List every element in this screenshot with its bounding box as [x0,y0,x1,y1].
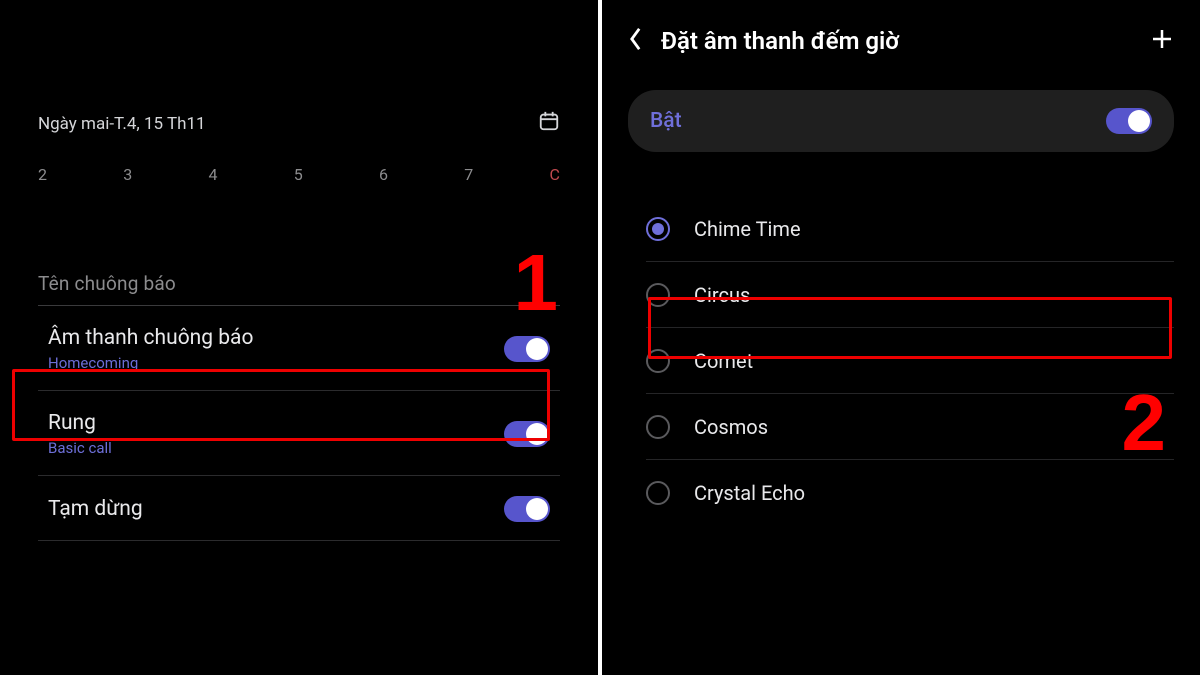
alarm-settings-screen: Ngày mai-T.4, 15 Th11 2 3 4 5 6 7 C Tên … [0,0,602,675]
sound-name: Chime Time [694,217,801,241]
day-5[interactable]: 5 [294,165,303,184]
day-6[interactable]: 6 [379,165,388,184]
plus-icon[interactable] [1150,27,1174,55]
date-row[interactable]: Ngày mai-T.4, 15 Th11 [38,110,560,137]
sound-item-chime-time[interactable]: Chime Time [646,196,1174,262]
sound-item-comet[interactable]: Comet [646,328,1174,394]
sound-item-circus[interactable]: Circus [646,262,1174,328]
sound-name: Crystal Echo [694,481,805,505]
day-3[interactable]: 3 [123,165,132,184]
page-title: Đặt âm thanh đếm giờ [661,27,899,55]
alarm-sound-toggle[interactable] [504,336,550,362]
timer-sound-screen: Đặt âm thanh đếm giờ Bật Chime Time Circ… [602,0,1200,675]
day-4[interactable]: 4 [209,165,218,184]
day-7[interactable]: 7 [464,165,473,184]
radio-icon[interactable] [646,481,670,505]
snooze-row[interactable]: Tạm dừng [38,476,560,541]
vibration-row[interactable]: Rung Basic call [38,391,560,476]
sound-name: Circus [694,283,750,307]
radio-icon[interactable] [646,217,670,241]
alarm-sound-label: Âm thanh chuông báo [48,326,253,350]
alarm-sound-row[interactable]: Âm thanh chuông báo Homecoming [38,306,560,391]
sound-list: Chime Time Circus Comet Cosmos Crystal E… [646,196,1174,526]
day-selector[interactable]: 2 3 4 5 6 7 C [38,165,560,184]
alarm-sound-sub: Homecoming [48,354,253,372]
enable-label: Bật [650,109,682,133]
vibration-label: Rung [48,411,112,435]
date-label: Ngày mai-T.4, 15 Th11 [38,114,206,134]
alarm-name-input[interactable]: Tên chuông báo [38,272,560,306]
calendar-icon[interactable] [538,110,560,137]
sound-item-crystal-echo[interactable]: Crystal Echo [646,460,1174,526]
day-sun[interactable]: C [550,165,560,184]
enable-toggle[interactable] [1106,108,1152,134]
sound-name: Comet [694,349,753,373]
radio-icon[interactable] [646,415,670,439]
header: Đặt âm thanh đếm giờ [602,0,1200,56]
radio-icon[interactable] [646,349,670,373]
snooze-label: Tạm dừng [48,497,143,521]
radio-icon[interactable] [646,283,670,307]
sound-name: Cosmos [694,415,768,439]
snooze-toggle[interactable] [504,496,550,522]
vibration-toggle[interactable] [504,421,550,447]
sound-item-cosmos[interactable]: Cosmos [646,394,1174,460]
back-icon[interactable] [628,26,643,56]
day-2[interactable]: 2 [38,165,47,184]
enable-toggle-row[interactable]: Bật [628,90,1174,152]
vibration-sub: Basic call [48,439,112,457]
